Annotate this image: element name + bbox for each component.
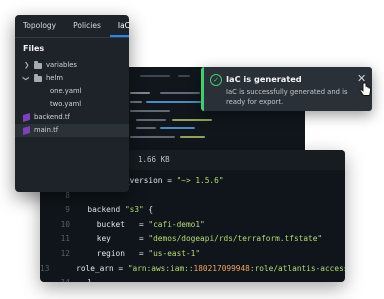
tab-policies[interactable]: Policies <box>65 15 110 37</box>
tree-file-two-yaml[interactable]: two.yaml <box>15 98 129 111</box>
code-line: 12 region = "us-east-1" <box>40 247 345 262</box>
code-line: 13 role_arn = "arn:aws:iam:: 180217099948… <box>40 262 345 277</box>
code-token: "cafi-demo1" <box>148 219 205 229</box>
tree-folder-variables[interactable]: ❯ variables <box>15 59 129 72</box>
chevron-right-icon: ❯ <box>24 61 30 69</box>
toast-message: IaC is successfully generated and is rea… <box>226 88 348 106</box>
code-line: 9 backend "s3" { <box>40 203 345 218</box>
file-explorer-panel: Topology Policies IaC Files ❯ variables … <box>15 15 129 192</box>
folder-icon <box>34 74 42 82</box>
code-token: { <box>143 205 154 215</box>
code-line: 11 key = "demos/dogeapi/rds/terraform.tf… <box>40 232 345 247</box>
tree-file-main-tf[interactable]: main.tf <box>15 124 129 137</box>
code-token: role_arn = <box>57 263 128 273</box>
code-line: 10 bucket = "cafi-demo1" <box>40 218 345 233</box>
code-line: 14 } <box>40 276 345 282</box>
terraform-icon <box>23 126 30 135</box>
code-token: "arn:aws:iam:: <box>127 263 194 273</box>
code-token: "us-east-1" <box>148 248 201 258</box>
tab-iac[interactable]: IaC <box>109 15 129 37</box>
code-token: bucket = <box>78 219 149 229</box>
code-token: key = <box>78 234 149 244</box>
tree-item-label: one.yaml <box>50 87 82 95</box>
line-number: 9 <box>65 205 70 215</box>
toast-title: IaC is generated <box>226 74 302 84</box>
tree-item-label: helm <box>46 74 63 82</box>
line-number: 13 <box>40 263 50 273</box>
code-token: :role/atlantis-access" <box>249 263 345 273</box>
success-toast: ✓ IaC is generated IaC is successfully g… <box>201 67 372 111</box>
tab-topology[interactable]: Topology <box>15 15 65 37</box>
tree-item-label: two.yaml <box>50 100 82 108</box>
code-token: region = <box>78 248 149 258</box>
tree-file-backend-tf[interactable]: backend.tf <box>15 111 129 124</box>
tree-folder-helm[interactable]: ❯ helm <box>15 72 129 85</box>
check-circle-icon: ✓ <box>210 74 222 86</box>
folder-icon <box>34 61 42 69</box>
tree-item-label: main.tf <box>34 126 59 134</box>
terraform-icon <box>23 113 30 122</box>
tree-item-label: variables <box>46 61 77 69</box>
tab-bar: Topology Policies IaC <box>15 15 129 38</box>
files-heading: Files <box>23 44 45 53</box>
hand-cursor-icon <box>359 82 371 96</box>
chevron-down-icon: ❯ <box>22 75 31 82</box>
line-number: 12 <box>60 248 70 258</box>
line-number: 11 <box>60 234 70 244</box>
code-token: "demos/dogeapi/rds/terraform.tfstate" <box>148 234 323 244</box>
code-token: 180217099948 <box>193 263 250 273</box>
code-token: backend <box>78 205 125 215</box>
tree-item-label: backend.tf <box>34 113 70 121</box>
line-number: 10 <box>60 219 70 229</box>
toast-accent-bar <box>201 67 204 111</box>
code-token: "s3" <box>124 205 144 215</box>
code-token: } <box>78 276 92 282</box>
line-number: 14 <box>40 276 78 282</box>
code-token: "~> 1.5.6" <box>176 176 224 185</box>
tree-file-one-yaml[interactable]: one.yaml <box>15 85 129 98</box>
